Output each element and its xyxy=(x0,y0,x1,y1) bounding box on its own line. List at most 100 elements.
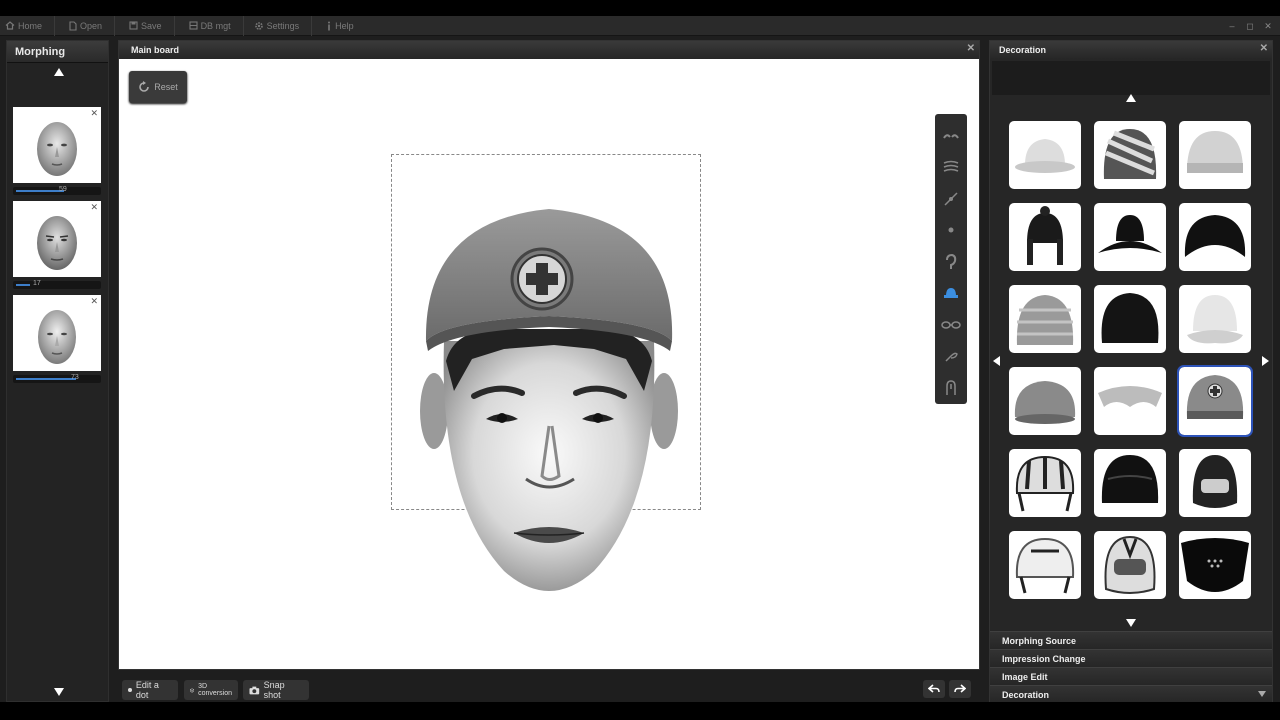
deco-knit-cap[interactable] xyxy=(1179,121,1251,189)
fur-hat-image xyxy=(1101,293,1159,343)
close-icon[interactable]: ✕ xyxy=(90,296,98,307)
edit-dot-button[interactable]: Edit a dot xyxy=(122,680,178,700)
chevron-down-icon xyxy=(1258,691,1266,697)
white-bucket-hat-image xyxy=(1015,139,1075,173)
bicycle-helmet-image xyxy=(1015,455,1075,512)
deco-black-earflap-hat[interactable] xyxy=(1009,203,1081,271)
close-icon[interactable]: ✕ xyxy=(967,43,975,54)
menu-open[interactable]: Open xyxy=(55,15,116,36)
face-thumbnail-image xyxy=(37,216,77,270)
section-impression-change[interactable]: Impression Change xyxy=(990,649,1272,667)
deco-baseball-cap[interactable] xyxy=(1009,367,1081,435)
main-board-header: Main board ✕ xyxy=(119,41,979,59)
hair-tool-icon[interactable] xyxy=(938,152,964,184)
deco-knit-winter-hat[interactable] xyxy=(1009,285,1081,353)
scroll-down-icon[interactable] xyxy=(1124,618,1138,628)
scroll-right-icon[interactable] xyxy=(1260,356,1270,366)
menu-bar: Home Open Save DB mgt Settings Help xyxy=(0,15,1280,36)
deco-white-bucket-hat[interactable] xyxy=(1009,121,1081,189)
hat-tool-icon[interactable] xyxy=(938,278,964,310)
deco-striped-beanie[interactable] xyxy=(1094,121,1166,189)
slider-value: 73 xyxy=(71,374,79,381)
morph-thumbnail[interactable]: ✕ xyxy=(13,295,101,371)
redo-icon xyxy=(954,684,966,693)
scroll-left-icon[interactable] xyxy=(991,356,1001,366)
maximize-icon[interactable]: ◻ xyxy=(1244,20,1256,32)
menu-home[interactable]: Home xyxy=(0,15,56,36)
mole-tool-icon[interactable] xyxy=(938,215,964,247)
save-icon xyxy=(129,21,138,30)
menu-help-label: Help xyxy=(335,20,354,31)
scroll-up-icon[interactable] xyxy=(1124,93,1138,103)
eyebrow-tool-icon[interactable] xyxy=(938,120,964,152)
snapshot-button[interactable]: Snap shot xyxy=(243,680,309,700)
section-image-edit[interactable]: Image Edit xyxy=(990,667,1272,685)
deco-visor[interactable] xyxy=(1094,367,1166,435)
black-motorcycle-helmet-image xyxy=(1101,455,1159,503)
white-helmet-image xyxy=(1015,537,1075,594)
deco-face-mask[interactable] xyxy=(1179,531,1251,599)
menu-db-mgt[interactable]: DB mgt xyxy=(175,15,244,36)
close-window-icon[interactable]: ✕ xyxy=(1262,20,1274,32)
minimize-icon[interactable]: – xyxy=(1226,20,1238,32)
camera-icon xyxy=(249,686,260,694)
deco-racing-helmet[interactable] xyxy=(1094,531,1166,599)
3d-label-bottom: conversion xyxy=(198,690,232,697)
snapshot-label: Snap shot xyxy=(263,680,285,700)
main-board-title: Main board xyxy=(131,45,180,55)
full-face-helmet-image xyxy=(1192,455,1238,508)
morph-thumbnail[interactable]: ✕ xyxy=(13,201,101,277)
info-icon xyxy=(328,21,331,30)
section-decoration[interactable]: Decoration xyxy=(990,685,1272,703)
morphing-panel-title: Morphing xyxy=(7,41,108,63)
close-icon[interactable]: ✕ xyxy=(90,202,98,213)
deco-bicycle-helmet[interactable] xyxy=(1009,449,1081,517)
close-icon[interactable]: ✕ xyxy=(1260,43,1268,54)
section-morphing-source[interactable]: Morphing Source xyxy=(990,631,1272,649)
visor-image xyxy=(1098,386,1162,407)
clothing-tool-icon[interactable] xyxy=(938,372,964,404)
reset-button[interactable]: Reset xyxy=(129,71,187,103)
menu-home-label: Home xyxy=(18,20,43,31)
composite-face-image[interactable] xyxy=(394,161,704,621)
edit-dot-label: Edit a dot xyxy=(135,680,159,700)
deco-fur-hat[interactable] xyxy=(1094,285,1166,353)
menu-save-label: Save xyxy=(141,20,162,31)
morph-weight-slider[interactable]: 73 xyxy=(13,374,101,383)
menu-settings[interactable]: Settings xyxy=(244,15,313,36)
knit-winter-hat-image xyxy=(1016,295,1074,345)
deco-white-helmet[interactable] xyxy=(1009,531,1081,599)
decoration-header: Decoration ✕ xyxy=(990,41,1272,59)
morph-weight-slider[interactable]: 17 xyxy=(13,280,101,289)
feature-toolbar xyxy=(935,114,967,404)
deco-black-bucket-hat[interactable] xyxy=(1179,203,1251,271)
mustache-tool-icon[interactable] xyxy=(938,341,964,373)
undo-button[interactable] xyxy=(923,680,945,698)
menu-help[interactable]: Help xyxy=(312,16,366,36)
scroll-down-icon[interactable] xyxy=(52,687,66,697)
reset-label: Reset xyxy=(154,82,178,92)
slider-fill xyxy=(16,284,30,286)
morph-thumbnail[interactable]: ✕ xyxy=(13,107,101,183)
deco-full-face-helmet[interactable] xyxy=(1179,449,1251,517)
deco-black-motorcycle-helmet[interactable] xyxy=(1094,449,1166,517)
redo-button[interactable] xyxy=(949,680,971,698)
deco-black-brimmed-hat[interactable] xyxy=(1094,203,1166,271)
morph-weight-slider[interactable]: 59 xyxy=(13,186,101,195)
menu-save[interactable]: Save xyxy=(115,15,175,36)
nose-line-tool-icon[interactable] xyxy=(938,183,964,215)
glasses-tool-icon[interactable] xyxy=(938,309,964,341)
white-cloche-hat-image xyxy=(1187,295,1243,344)
black-brimmed-hat-image xyxy=(1098,215,1162,253)
3d-conversion-button[interactable]: 3D conversion xyxy=(184,680,238,700)
screen-bottom-band xyxy=(0,702,1280,720)
deco-white-cloche-hat[interactable] xyxy=(1179,285,1251,353)
striped-beanie-image xyxy=(1103,129,1157,179)
close-icon[interactable]: ✕ xyxy=(90,108,98,119)
section-decoration-label: Decoration xyxy=(1002,689,1050,700)
scroll-up-icon[interactable] xyxy=(52,67,66,77)
ear-tool-icon[interactable] xyxy=(938,246,964,278)
home-icon xyxy=(5,21,15,30)
deco-red-cross-helmet[interactable] xyxy=(1177,365,1253,437)
section-impression-change-label: Impression Change xyxy=(1002,653,1086,664)
